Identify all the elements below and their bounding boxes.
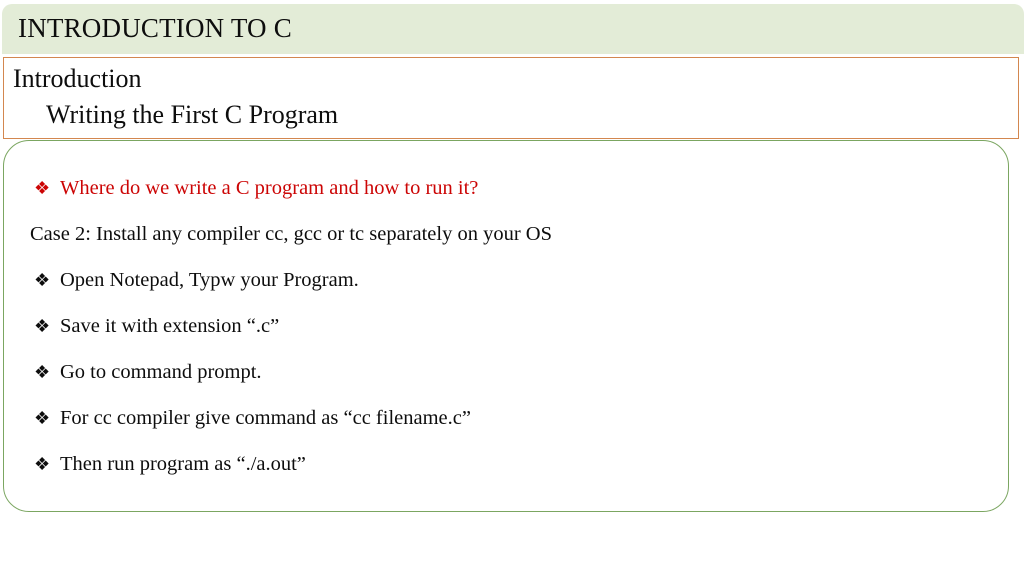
diamond-bullet-icon: ❖: [34, 408, 51, 428]
slide-subtitle-box: Introduction Writing the First C Program: [3, 57, 1019, 139]
list-item: ❖ Where do we write a C program and how t…: [30, 173, 988, 219]
page-title: INTRODUCTION TO C: [18, 13, 292, 43]
diamond-bullet-icon: ❖: [34, 270, 51, 290]
list-item-label: Save it with extension “.c”: [60, 315, 280, 337]
list-item-label: Case 2: Install any compiler cc, gcc or …: [30, 223, 553, 245]
slide: INTRODUCTION TO C Introduction Writing t…: [0, 0, 1024, 576]
diamond-bullet-icon: ❖: [34, 316, 51, 336]
list-item-label: Go to command prompt.: [60, 361, 262, 383]
list-item: ❖ Then run program as “./a.out”: [30, 449, 988, 495]
subtitle-heading: Introduction: [13, 64, 142, 93]
list-item: ❖ Open Notepad, Typw your Program.: [30, 265, 988, 311]
list-item: ❖ Save it with extension “.c”: [30, 311, 988, 357]
slide-content-box: ❖ Where do we write a C program and how t…: [3, 140, 1009, 512]
subtitle-subheading: Writing the First C Program: [46, 100, 339, 129]
slide-title-banner: INTRODUCTION TO C: [2, 4, 1024, 54]
list-item-label: For cc compiler give command as “cc file…: [60, 407, 471, 429]
bullet-list: ❖ Where do we write a C program and how t…: [30, 173, 988, 495]
list-item-label: Where do we write a C program and how to…: [60, 177, 479, 199]
diamond-bullet-icon: ❖: [34, 454, 51, 474]
diamond-bullet-icon: ❖: [34, 362, 51, 382]
list-item: Case 2: Install any compiler cc, gcc or …: [30, 219, 988, 265]
list-item: ❖ For cc compiler give command as “cc fil…: [30, 403, 988, 449]
list-item-label: Then run program as “./a.out”: [60, 453, 306, 475]
diamond-bullet-icon: ❖: [34, 178, 51, 198]
list-item-label: Open Notepad, Typw your Program.: [60, 269, 359, 291]
list-item: ❖ Go to command prompt.: [30, 357, 988, 403]
